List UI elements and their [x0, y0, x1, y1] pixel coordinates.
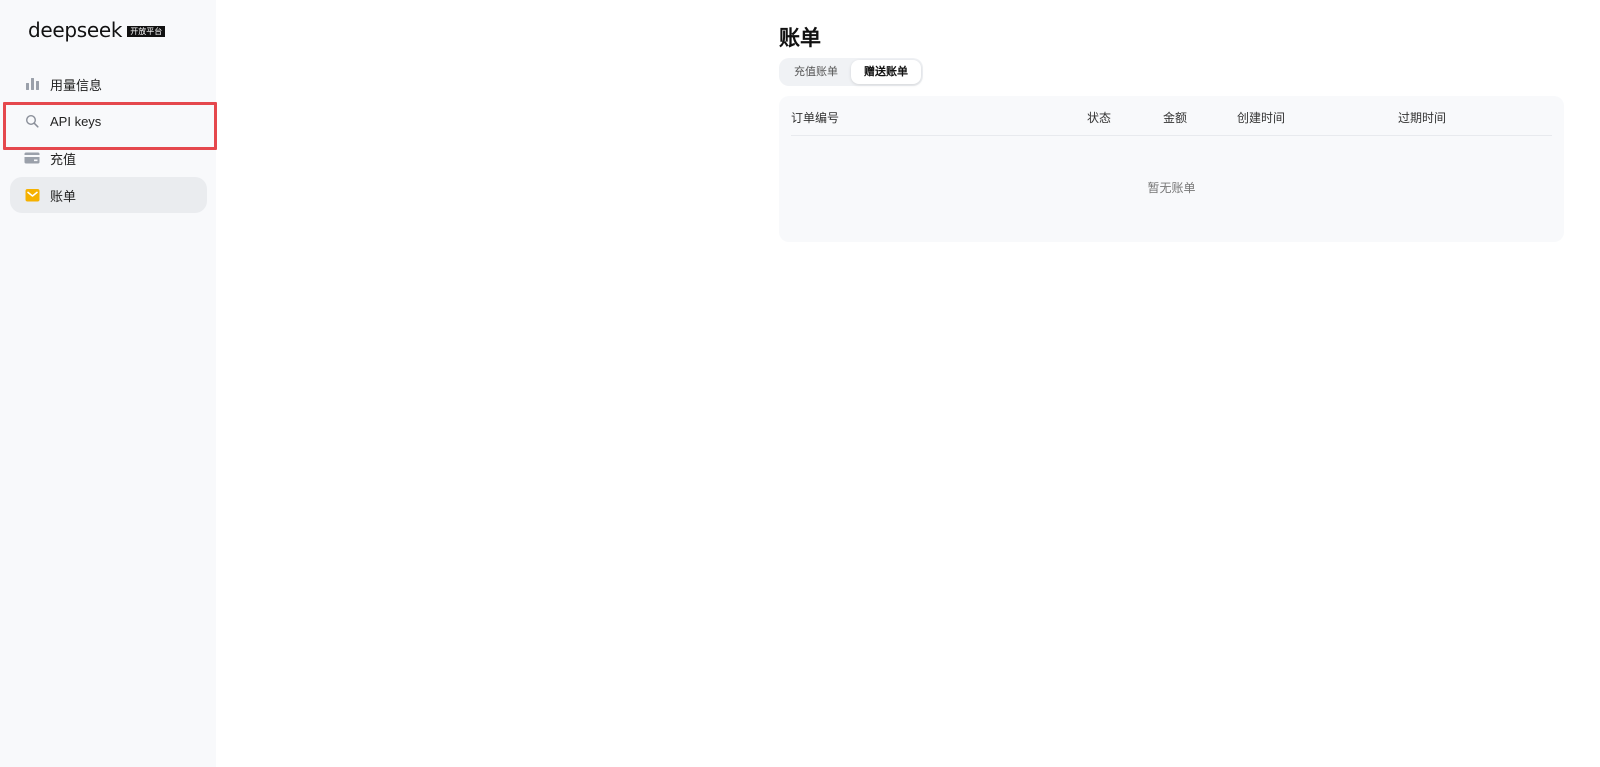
- sidebar-item-usage[interactable]: 用量信息: [10, 66, 207, 102]
- sidebar-nav: 用量信息 API keys 充值 账单: [3, 66, 217, 214]
- table-header: 订单编号 状态 金额 创建时间 过期时间: [791, 96, 1552, 136]
- card-icon: [24, 150, 40, 166]
- column-order-id[interactable]: 订单编号: [791, 109, 839, 126]
- sidebar-item-label: 用量信息: [50, 77, 103, 93]
- app-window: deepseek 开放平台 用量信息 API keys 充值 账单 账单 充值账…: [0, 0, 1600, 767]
- sidebar-item-label: 账单: [50, 188, 77, 204]
- column-status[interactable]: 状态: [1087, 109, 1111, 126]
- column-created-time[interactable]: 创建时间: [1237, 109, 1285, 126]
- bar-chart-icon: [24, 76, 40, 92]
- logo-text: deepseek: [28, 18, 123, 42]
- bill-tabs: 充值账单 赠送账单: [779, 58, 923, 86]
- logo-badge: 开放平台: [127, 26, 166, 37]
- sidebar-item-label: 充值: [50, 151, 77, 167]
- bill-icon: [24, 187, 40, 203]
- sidebar: deepseek 开放平台 用量信息 API keys 充值 账单: [0, 0, 217, 767]
- main-content: 账单 充值账单 赠送账单 订单编号 状态 金额 创建时间 过期时间 暂无账单: [779, 24, 1564, 242]
- column-expire-time[interactable]: 过期时间: [1398, 109, 1446, 126]
- tab-recharge-bills[interactable]: 充值账单: [781, 60, 851, 84]
- bills-table: 订单编号 状态 金额 创建时间 过期时间 暂无账单: [779, 96, 1564, 242]
- search-icon: [24, 113, 40, 129]
- sidebar-item-billing[interactable]: 账单: [10, 177, 207, 213]
- tab-gift-bills[interactable]: 赠送账单: [851, 60, 921, 84]
- column-amount[interactable]: 金额: [1163, 109, 1187, 126]
- sidebar-item-recharge[interactable]: 充值: [10, 140, 207, 176]
- empty-state-text: 暂无账单: [1147, 181, 1196, 195]
- logo[interactable]: deepseek 开放平台: [28, 18, 166, 42]
- sidebar-item-api-keys[interactable]: API keys: [3, 102, 217, 150]
- page-title: 账单: [779, 27, 821, 50]
- sidebar-item-label: API keys: [50, 113, 102, 129]
